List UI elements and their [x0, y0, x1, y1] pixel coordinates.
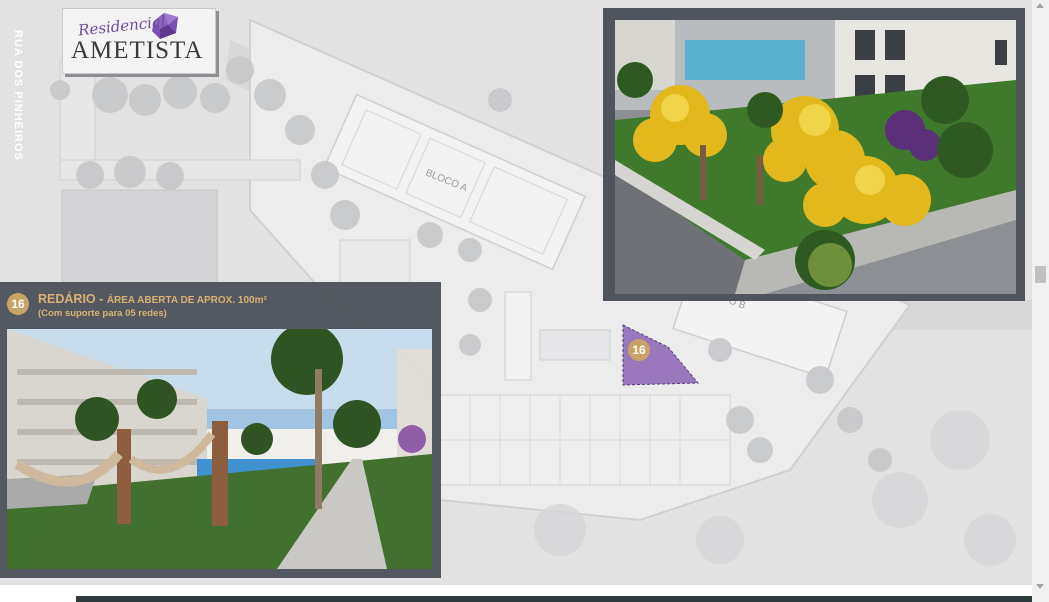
feature-title-sub: ÁREA ABERTA DE APROX. 100m²: [106, 295, 267, 306]
feature-number-badge: 16: [7, 293, 29, 315]
redario-render: [7, 329, 432, 569]
scroll-down-arrow-icon[interactable]: [1036, 584, 1044, 589]
street-label: RUA DOS PINHEIROS: [12, 30, 36, 200]
feature-card-redario: 16 REDÁRIO - ÁREA ABERTA DE APROX. 100m²…: [0, 282, 441, 578]
next-page-edge: [76, 596, 1032, 602]
feature-note: (Com suporte para 05 redes): [38, 308, 167, 319]
map-marker-16[interactable]: 16: [628, 339, 650, 361]
street-name: RUA DOS PINHEIROS: [12, 30, 24, 161]
scroll-up-arrow-icon[interactable]: [1036, 3, 1044, 8]
feature-title: REDÁRIO - ÁREA ABERTA DE APROX. 100m²: [38, 292, 267, 306]
feature-title-main: REDÁRIO -: [38, 292, 104, 306]
site-plan-page: BLOCO A O B RUA DOS PINHEIROS Residencia…: [0, 0, 1032, 585]
brand-logo: Residencial AMETISTA: [62, 8, 216, 74]
garden-render-aerial: [615, 20, 1016, 294]
vertical-scrollbar[interactable]: [1032, 0, 1049, 602]
brand-name: AMETISTA: [71, 37, 204, 64]
garden-render-aerial-card: [603, 8, 1025, 301]
scroll-thumb[interactable]: [1035, 266, 1046, 283]
